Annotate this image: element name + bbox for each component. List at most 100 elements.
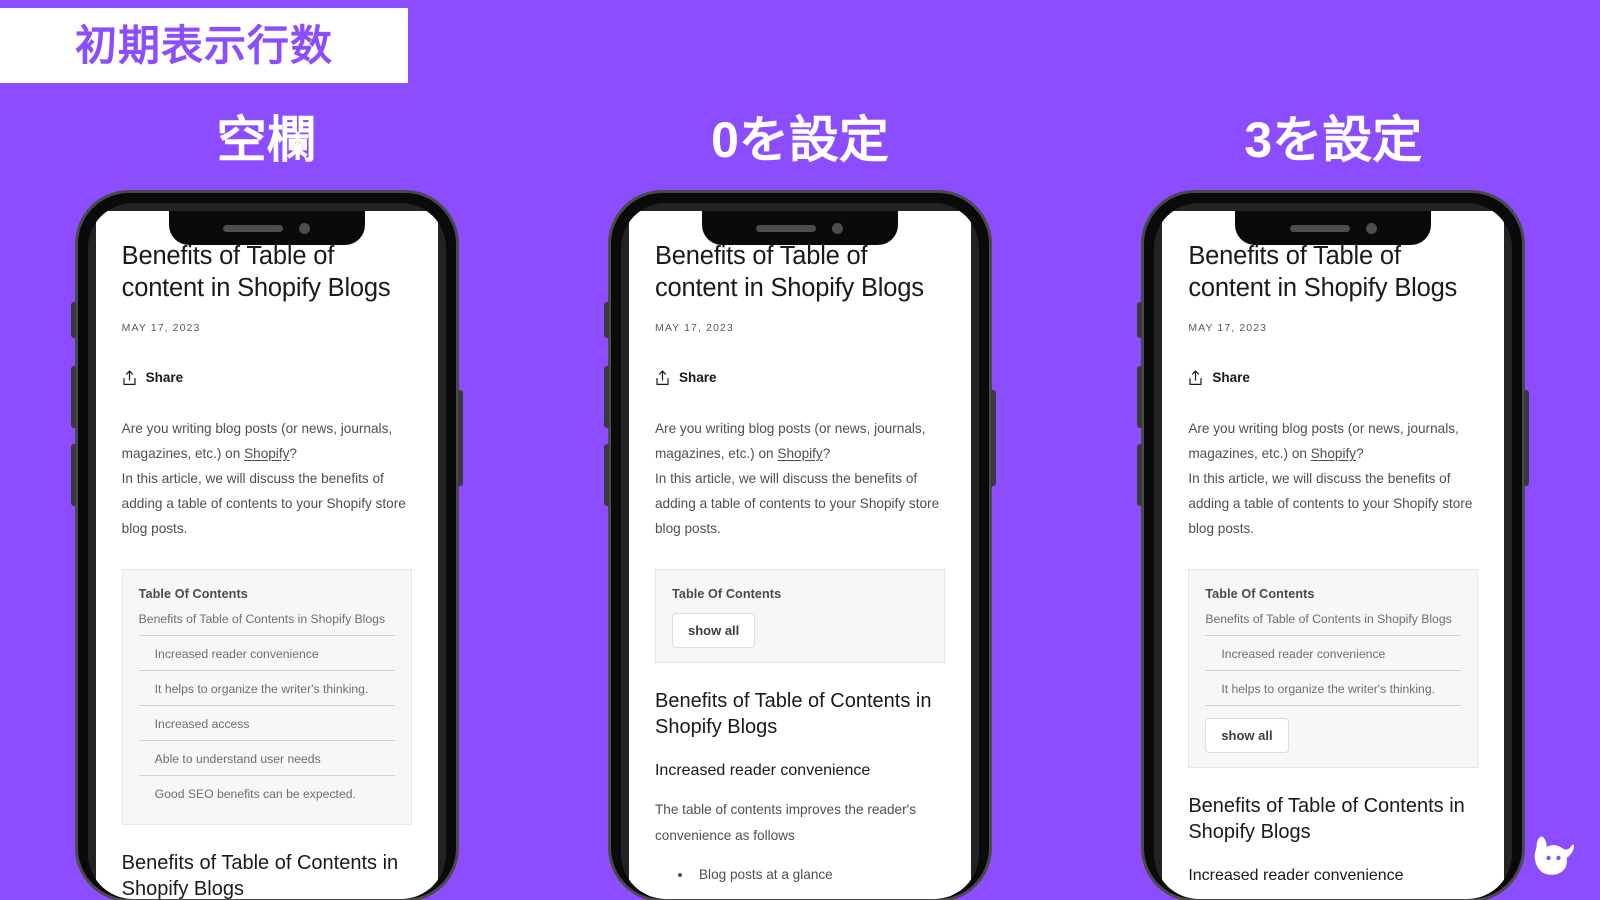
phone-cell-1: Benefits of Table of content in Shopify … — [0, 190, 533, 900]
power-button[interactable] — [457, 390, 463, 486]
speaker-bar-icon — [1289, 224, 1350, 232]
share-label: Share — [1212, 370, 1250, 386]
toc-item[interactable]: Able to understand user needs — [138, 741, 395, 777]
power-button[interactable] — [990, 390, 996, 486]
show-all-button[interactable]: show all — [671, 613, 756, 649]
volume-down-button[interactable] — [70, 444, 76, 506]
phone-cell-2: Benefits of Table of content in Shopify … — [533, 190, 1066, 900]
table-of-contents-box-3: Table Of Contents Benefits of Table of C… — [1188, 569, 1479, 769]
article-paragraph-2: In this article, we will discuss the ben… — [121, 471, 406, 537]
volume-up-button[interactable] — [70, 366, 76, 428]
phone-notch-3 — [1235, 211, 1432, 245]
article-title: Benefits of Table of content in Shopify … — [121, 242, 391, 302]
section-bullet-list: Blog posts at a glance — [655, 862, 945, 887]
toc-title: Table Of Contents — [1205, 587, 1315, 602]
share-label: Share — [678, 370, 717, 386]
phone-bezel-2: Benefits of Table of content in Shopify … — [620, 203, 979, 899]
phone-comparison-row: Benefits of Table of content in Shopify … — [0, 190, 1600, 900]
share-button[interactable]: Share — [655, 370, 945, 386]
toc-list-1: Benefits of Table of Contents in Shopify… — [138, 601, 395, 810]
article-date: MAY 17, 2023 — [1188, 321, 1268, 334]
article-content-2: Benefits of Table of content in Shopify … — [629, 211, 971, 887]
mute-switch-icon[interactable] — [603, 302, 609, 338]
share-upload-icon — [1189, 370, 1202, 385]
speaker-bar-icon — [223, 224, 284, 232]
article-paragraph-1-suffix: ? — [822, 445, 831, 461]
share-upload-icon — [656, 370, 669, 385]
toc-item[interactable]: Increased reader convenience — [138, 636, 395, 672]
phone-bezel-1: Benefits of Table of content in Shopify … — [87, 203, 446, 899]
mute-switch-icon[interactable] — [70, 302, 76, 338]
front-camera-icon — [299, 222, 311, 234]
section-heading-h2: Benefits of Table of Contents in Shopify… — [654, 690, 932, 739]
toc-list-3: Benefits of Table of Contents in Shopify… — [1205, 601, 1462, 707]
section-heading-h2: Benefits of Table of Contents in Shopify… — [121, 852, 399, 899]
front-camera-icon — [1365, 222, 1377, 234]
toc-item[interactable]: Good SEO benefits can be expected. — [139, 776, 395, 810]
phone-mockup-2: Benefits of Table of content in Shopify … — [590, 190, 1010, 900]
header-badge: 初期表示行数 — [0, 8, 408, 83]
section-heading-h3: Increased reader convenience — [654, 761, 871, 779]
section-heading-h2: Benefits of Table of Contents in Shopify… — [1188, 795, 1465, 844]
article-paragraph-2: In this article, we will discuss the ben… — [1188, 471, 1473, 537]
article-date: MAY 17, 2023 — [654, 321, 734, 334]
article-date: MAY 17, 2023 — [121, 321, 201, 334]
toc-title: Table Of Contents — [138, 587, 248, 602]
share-button[interactable]: Share — [122, 370, 412, 386]
toc-item[interactable]: Increased access — [138, 706, 395, 742]
table-of-contents-box-1: Table Of Contents Benefits of Table of C… — [121, 569, 412, 826]
article-content-1: Benefits of Table of content in Shopify … — [96, 211, 438, 899]
toc-item[interactable]: Benefits of Table of Contents in Shopify… — [138, 601, 395, 637]
power-button[interactable] — [1524, 390, 1530, 486]
toc-item[interactable]: Benefits of Table of Contents in Shopify… — [1205, 601, 1462, 637]
toc-item[interactable]: It helps to organize the writer's thinki… — [138, 671, 395, 707]
article-paragraph-1-suffix: ? — [1356, 445, 1364, 461]
phone-screen-2: Benefits of Table of content in Shopify … — [628, 211, 971, 899]
column-caption-3: 3を設定 — [1067, 100, 1600, 180]
phone-bezel-3: Benefits of Table of content in Shopify … — [1154, 203, 1513, 899]
dog-head-logo — [1534, 836, 1575, 875]
article-content-3: Benefits of Table of content in Shopify … — [1162, 211, 1504, 886]
article-paragraph-2: In this article, we will discuss the ben… — [654, 471, 940, 537]
volume-up-button[interactable] — [603, 366, 609, 428]
share-button[interactable]: Share — [1188, 370, 1478, 386]
phone-cell-3: Benefits of Table of content in Shopify … — [1067, 190, 1600, 900]
phone-mockup-1: Benefits of Table of content in Shopify … — [57, 190, 477, 900]
front-camera-icon — [832, 222, 844, 234]
toc-item[interactable]: It helps to organize the writer's thinki… — [1205, 671, 1462, 707]
phone-notch-2 — [701, 211, 898, 245]
article-title: Benefits of Table of content in Shopify … — [654, 242, 924, 302]
shopify-link[interactable]: Shopify — [244, 446, 289, 461]
show-all-button[interactable]: show all — [1205, 718, 1289, 754]
shopify-link[interactable]: Shopify — [777, 446, 822, 461]
header-badge-label: 初期表示行数 — [74, 21, 333, 69]
phone-body-3: Benefits of Table of content in Shopify … — [1141, 190, 1526, 900]
volume-down-button[interactable] — [1137, 444, 1143, 506]
article-paragraph-1: Are you writing blog posts (or news, jou… — [655, 416, 945, 466]
article-paragraph-1: Are you writing blog posts (or news, jou… — [122, 416, 412, 466]
column-caption-1: 空欄 — [0, 100, 533, 180]
volume-up-button[interactable] — [1137, 366, 1143, 428]
mute-switch-icon[interactable] — [1137, 302, 1143, 338]
toc-title: Table Of Contents — [671, 587, 782, 602]
phone-mockup-3: Benefits of Table of content in Shopify … — [1123, 190, 1543, 900]
section-paragraph: The table of contents improves the reade… — [654, 802, 917, 843]
phone-notch-1 — [168, 211, 365, 245]
article-paragraph-1-suffix: ? — [289, 445, 297, 461]
section-heading-h3: Increased reader convenience — [1188, 866, 1404, 884]
article-title: Benefits of Table of content in Shopify … — [1188, 242, 1458, 302]
table-of-contents-box-2: Table Of Contents show all — [654, 569, 945, 664]
list-item: Blog posts at a glance — [693, 862, 945, 887]
phone-screen-1: Benefits of Table of content in Shopify … — [95, 211, 438, 899]
column-caption-3-label: 3を設定 — [1244, 112, 1423, 168]
column-caption-1-label: 空欄 — [216, 112, 317, 168]
column-captions: 空欄 0を設定 3を設定 — [0, 100, 1600, 180]
toc-item[interactable]: Increased reader convenience — [1205, 636, 1462, 672]
column-caption-2: 0を設定 — [533, 100, 1066, 180]
share-label: Share — [145, 370, 184, 386]
phone-body-1: Benefits of Table of content in Shopify … — [74, 190, 459, 900]
column-caption-2-label: 0を設定 — [711, 112, 889, 168]
share-upload-icon — [123, 370, 136, 385]
shopify-link[interactable]: Shopify — [1311, 446, 1356, 461]
volume-down-button[interactable] — [603, 444, 609, 506]
